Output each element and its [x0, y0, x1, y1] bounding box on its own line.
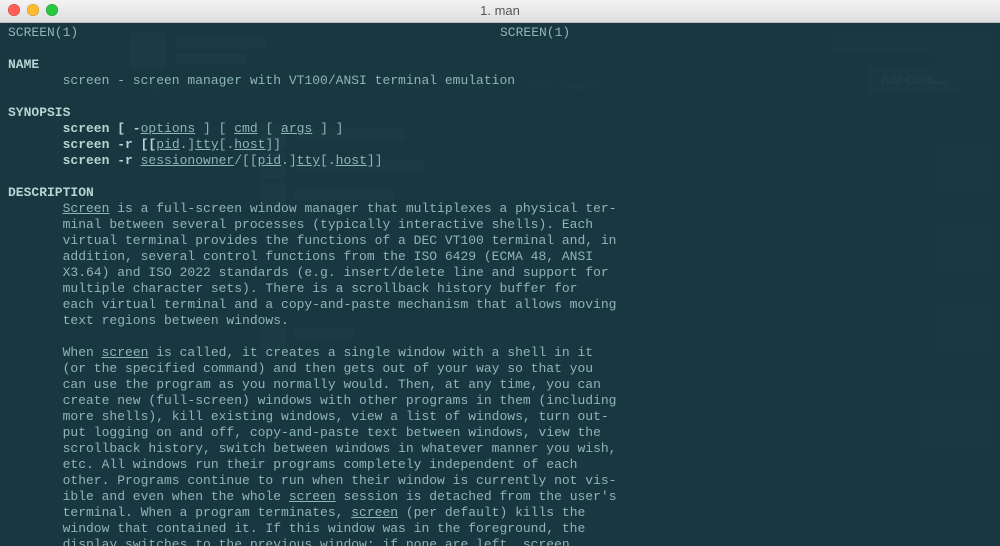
description-line: addition, several control functions from… — [8, 249, 992, 265]
section-description: DESCRIPTION — [8, 185, 992, 201]
description-line: ible and even when the whole screen sess… — [8, 489, 992, 505]
synopsis-line: screen [ -options ] [ cmd [ args ] ] — [8, 121, 992, 137]
description-line: each virtual terminal and a copy-and-pas… — [8, 297, 992, 313]
description-line: text regions between windows. — [8, 313, 992, 329]
description-line: etc. All windows run their programs comp… — [8, 457, 992, 473]
description-line: other. Programs continue to run when the… — [8, 473, 992, 489]
terminal[interactable]: SCREEN(1) SCREEN(1) NAME screen - screen… — [0, 23, 1000, 546]
synopsis-line: screen -r sessionowner/[[pid.]tty[.host]… — [8, 153, 992, 169]
description-line: window that contained it. If this window… — [8, 521, 992, 537]
description-line: put logging on and off, copy-and-paste t… — [8, 425, 992, 441]
description-line: Screen is a full-screen window manager t… — [8, 201, 992, 217]
synopsis-line: screen -r [[pid.]tty[.host]] — [8, 137, 992, 153]
description-line: scrollback history, switch between windo… — [8, 441, 992, 457]
description-line: create new (full-screen) windows with ot… — [8, 393, 992, 409]
description-line: minal between several processes (typical… — [8, 217, 992, 233]
description-line: more shells), kill existing windows, vie… — [8, 409, 992, 425]
name-line: screen - screen manager with VT100/ANSI … — [8, 73, 992, 89]
section-name: NAME — [8, 57, 992, 73]
description-line: (or the specified command) and then gets… — [8, 361, 992, 377]
description-line: When screen is called, it creates a sing… — [8, 345, 992, 361]
description-line: terminal. When a program terminates, scr… — [8, 505, 992, 521]
man-header-left: SCREEN(1) — [8, 25, 78, 41]
section-synopsis: SYNOPSIS — [8, 105, 992, 121]
description-line: display switches to the previous window;… — [8, 537, 992, 546]
man-header-mid: SCREEN(1) — [78, 25, 992, 41]
description-line: virtual terminal provides the functions … — [8, 233, 992, 249]
description-line: can use the program as you normally woul… — [8, 377, 992, 393]
window-titlebar: 1. man — [0, 0, 1000, 23]
description-line: multiple character sets). There is a scr… — [8, 281, 992, 297]
description-line: X3.64) and ISO 2022 standards (e.g. inse… — [8, 265, 992, 281]
window-title: 1. man — [0, 0, 1000, 22]
